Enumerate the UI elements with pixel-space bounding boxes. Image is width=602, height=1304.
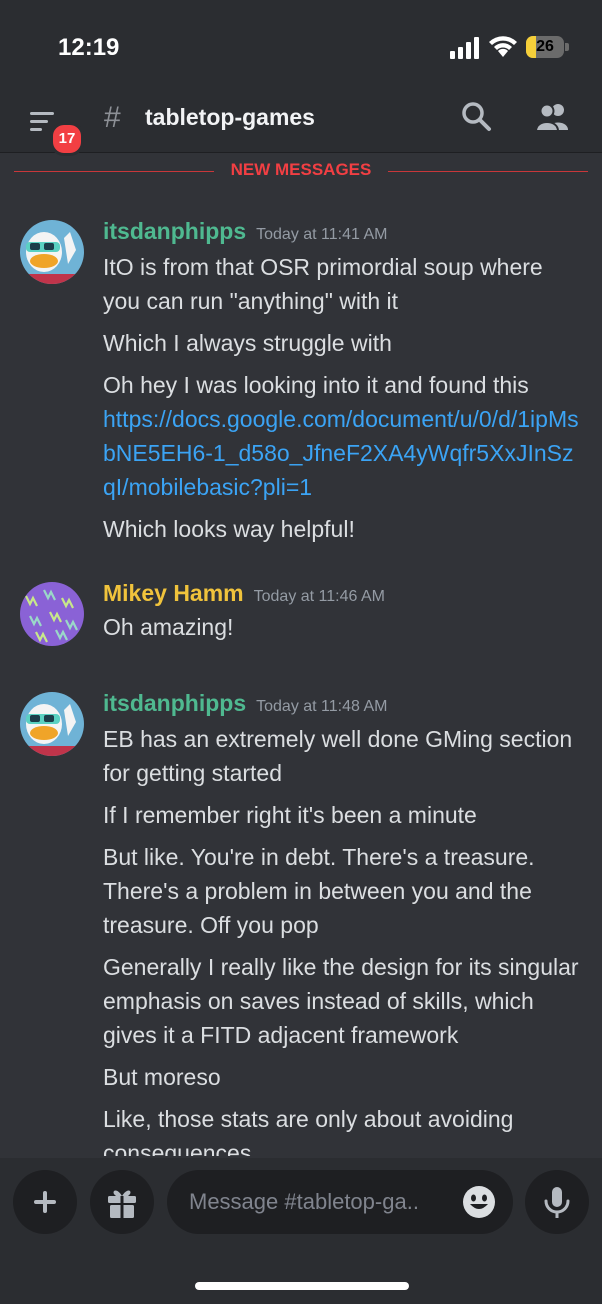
gift-icon bbox=[108, 1190, 136, 1218]
signal-icon bbox=[450, 37, 482, 59]
message-link[interactable]: https://docs.google.com/document/u/0/d/1… bbox=[103, 402, 583, 504]
message-input[interactable] bbox=[189, 1170, 449, 1234]
status-bar: 12:19 26 bbox=[0, 0, 602, 92]
home-indicator[interactable] bbox=[195, 1282, 409, 1290]
voice-message-button[interactable] bbox=[525, 1170, 589, 1234]
unread-badge: 17 bbox=[50, 122, 84, 156]
message-text: Which looks way helpful! bbox=[103, 516, 355, 542]
message-list[interactable]: itsdanphipps Today at 11:41 AM ItO is fro… bbox=[0, 190, 602, 1156]
channel-hash-icon: # bbox=[104, 101, 121, 134]
message-timestamp: Today at 11:46 AM bbox=[253, 588, 385, 605]
wifi-icon bbox=[488, 34, 518, 58]
members-icon bbox=[534, 103, 568, 132]
message-author[interactable]: Mikey Hamm bbox=[103, 580, 244, 606]
menu-button[interactable]: 17 bbox=[28, 104, 84, 156]
members-button[interactable] bbox=[532, 98, 574, 136]
message-input-container bbox=[167, 1170, 513, 1234]
message-text: But like. You're in debt. There's a trea… bbox=[103, 844, 535, 938]
message-author[interactable]: itsdanphipps bbox=[103, 690, 246, 716]
message-text: Generally I really like the design for i… bbox=[103, 954, 579, 1048]
search-button[interactable] bbox=[458, 98, 496, 136]
purple-pattern-avatar[interactable] bbox=[20, 582, 84, 646]
message-timestamp: Today at 11:48 AM bbox=[256, 698, 388, 715]
message-text: If I remember right it's been a minute bbox=[103, 802, 477, 828]
new-messages-divider: NEW MESSAGES bbox=[14, 160, 588, 182]
message-text: EB has an extremely well done GMing sect… bbox=[103, 726, 573, 786]
channel-header: 17 # tabletop-games bbox=[0, 92, 602, 156]
gift-button[interactable] bbox=[90, 1170, 154, 1234]
message-text: Which I always struggle with bbox=[103, 330, 392, 356]
emoji-icon bbox=[463, 1186, 495, 1218]
microphone-icon bbox=[544, 1187, 570, 1218]
message-composer bbox=[0, 1158, 602, 1304]
battery-percent: 26 bbox=[536, 38, 554, 55]
search-icon bbox=[462, 102, 491, 131]
message-text: Like, those stats are only about avoidin… bbox=[103, 1106, 514, 1156]
duck-avatar[interactable] bbox=[20, 692, 84, 756]
emoji-button[interactable] bbox=[461, 1184, 497, 1220]
message-text: ItO is from that OSR primordial soup whe… bbox=[103, 254, 543, 314]
battery-icon: 26 bbox=[526, 36, 570, 60]
message-timestamp: Today at 11:41 AM bbox=[256, 226, 388, 243]
message-text: But moreso bbox=[103, 1064, 221, 1090]
message-text: Oh hey I was looking into it and found t… bbox=[103, 368, 583, 504]
new-messages-label: NEW MESSAGES bbox=[216, 160, 386, 179]
add-attachment-button[interactable] bbox=[13, 1170, 77, 1234]
message-text: Oh amazing! bbox=[103, 614, 234, 640]
message-text-content: Oh hey I was looking into it and found t… bbox=[103, 372, 529, 398]
duck-avatar[interactable] bbox=[20, 220, 84, 284]
channel-name[interactable]: tabletop-games bbox=[145, 104, 315, 131]
message-author[interactable]: itsdanphipps bbox=[103, 218, 246, 244]
status-time: 12:19 bbox=[58, 34, 120, 61]
plus-icon bbox=[34, 1191, 56, 1213]
